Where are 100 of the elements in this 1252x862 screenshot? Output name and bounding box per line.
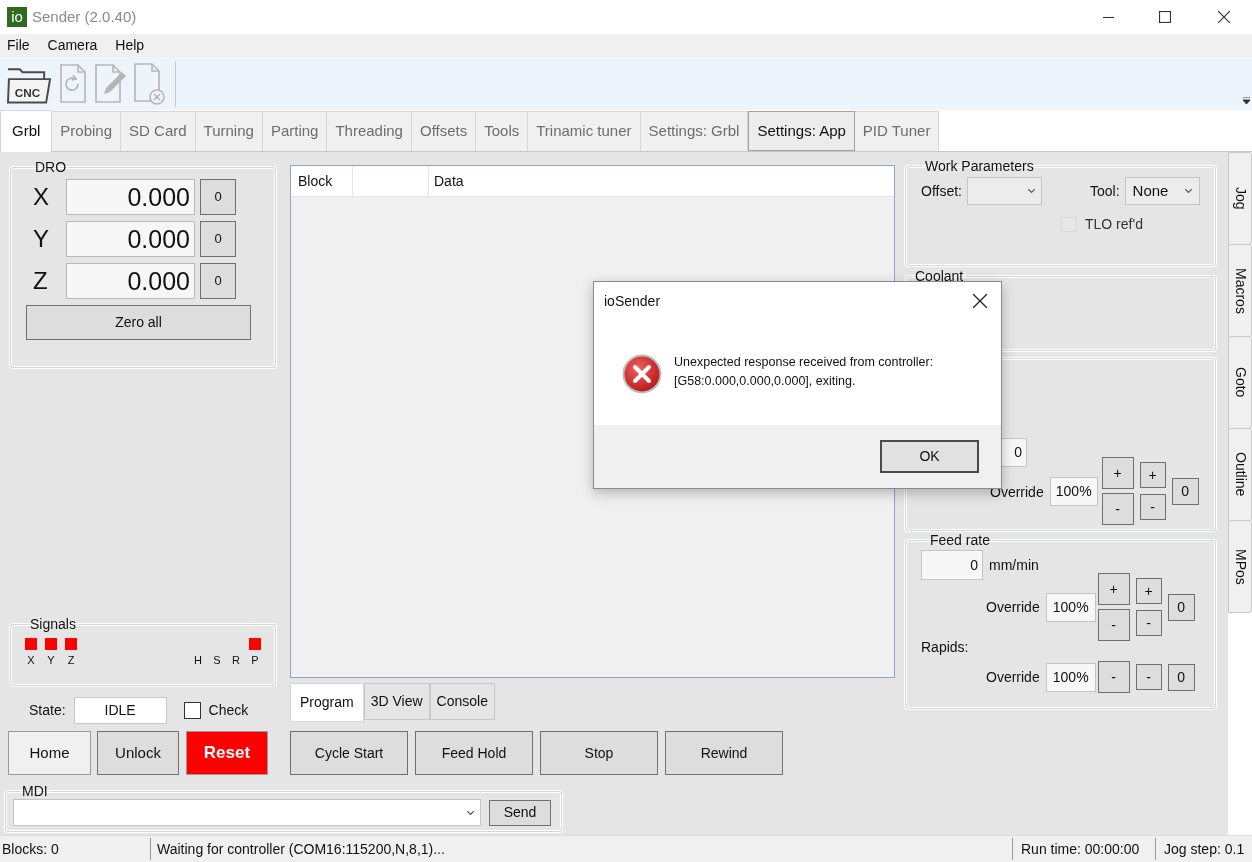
signal-label: R xyxy=(232,653,240,667)
side-tab[interactable]: MPos xyxy=(1228,520,1252,613)
status-text: Jog step: 0.1 xyxy=(1163,839,1246,859)
app-logo: io xyxy=(7,7,27,27)
tab[interactable]: Turning xyxy=(195,111,263,151)
tab[interactable]: Parting xyxy=(262,111,328,151)
override-field: 100% xyxy=(1045,592,1096,622)
dialog-message: Unexpected response received from controller: [G58:0.000,0.000,0.000], exiting. xyxy=(674,354,934,390)
job-button[interactable]: Feed Hold xyxy=(415,731,533,775)
chevron-down-icon xyxy=(1028,189,1035,193)
close-icon[interactable] xyxy=(1218,11,1230,23)
offset-label: Offset: xyxy=(921,181,962,201)
signal-label: P xyxy=(251,653,259,667)
status-text: Run time: 00:00:00 xyxy=(1020,839,1141,859)
tab[interactable]: Settings: App xyxy=(748,111,855,151)
group-title: Feed rate xyxy=(929,532,991,548)
tab[interactable]: Probing xyxy=(52,111,122,151)
decrease-button[interactable]: - xyxy=(1139,494,1166,520)
view-tab[interactable]: Console xyxy=(429,683,495,720)
control-button[interactable]: Home xyxy=(8,731,91,775)
ok-button[interactable]: OK xyxy=(880,440,979,473)
chevron-down-icon xyxy=(467,810,474,815)
group-title: Coolant xyxy=(914,268,965,284)
decrease-button[interactable]: - xyxy=(1135,664,1162,690)
tab[interactable]: Tools xyxy=(476,111,529,151)
view-tab[interactable]: 3D View xyxy=(363,683,430,720)
tab[interactable]: SD Card xyxy=(121,111,196,151)
signal-label: H xyxy=(194,653,202,667)
job-button[interactable]: Rewind xyxy=(665,731,783,775)
chevron-down-icon xyxy=(1184,189,1192,193)
group-title: Signals xyxy=(29,616,77,632)
tab[interactable]: Grbl xyxy=(0,110,53,152)
checkbox[interactable] xyxy=(183,701,201,719)
increase-button[interactable]: + xyxy=(1101,457,1134,489)
zero-axis-button[interactable]: 0 xyxy=(200,220,236,257)
signal-label: X xyxy=(27,653,35,667)
control-button[interactable]: Reset xyxy=(186,731,268,775)
zero-axis-button[interactable]: 0 xyxy=(200,262,236,299)
override-label: Override xyxy=(986,667,1040,687)
menu-item[interactable]: Help xyxy=(115,35,145,56)
toolbar-overflow-icon[interactable] xyxy=(1243,97,1250,104)
reset-override-button[interactable]: 0 xyxy=(1171,477,1199,505)
increase-button[interactable]: + xyxy=(1097,573,1130,605)
signal-label: Z xyxy=(67,653,75,667)
override-label: Override xyxy=(986,597,1040,617)
signal-label: S xyxy=(213,653,221,667)
menu-item[interactable]: Camera xyxy=(47,35,98,56)
control-button[interactable]: Unlock xyxy=(97,731,179,775)
checkbox-label: TLO ref'd xyxy=(1085,215,1143,234)
side-tab[interactable]: Jog xyxy=(1228,152,1252,245)
close-icon[interactable] xyxy=(973,294,987,308)
column-header: Block xyxy=(291,166,353,196)
decrease-button[interactable]: - xyxy=(1101,493,1134,525)
axis-label: Y xyxy=(33,223,50,254)
job-button[interactable]: Cycle Start xyxy=(290,731,408,775)
window-title: Sender (2.0.40) xyxy=(32,6,137,27)
signal-label: Y xyxy=(47,653,55,667)
zero-all-button[interactable]: Zero all xyxy=(26,305,251,340)
feed-rate-field: 0 xyxy=(921,550,983,580)
unit-label: mm/min xyxy=(989,555,1039,575)
tool-dropdown[interactable]: None xyxy=(1124,177,1200,205)
axis-label: Z xyxy=(33,265,49,296)
error-icon xyxy=(622,354,662,394)
reset-override-button[interactable]: 0 xyxy=(1167,593,1195,621)
increase-button[interactable]: + xyxy=(1139,462,1166,488)
decrease-button[interactable]: - xyxy=(1097,609,1130,641)
tab[interactable]: Trinamic tuner xyxy=(528,111,641,151)
tab[interactable]: Settings: Grbl xyxy=(640,111,749,151)
send-button[interactable]: Send xyxy=(489,799,551,826)
side-tab[interactable]: Goto xyxy=(1228,336,1252,429)
status-message: Waiting for controller (COM16:115200,N,8,1)... xyxy=(156,839,446,859)
maximize-icon[interactable] xyxy=(1159,11,1171,23)
rapids-label: Rapids: xyxy=(921,638,970,657)
tab[interactable]: Offsets xyxy=(411,111,477,151)
mdi-input-field[interactable] xyxy=(13,799,481,826)
group-title: DRO xyxy=(34,159,68,175)
status-text: Blocks: 0 xyxy=(1,839,60,859)
increase-button[interactable]: + xyxy=(1135,578,1162,604)
tab[interactable]: PID Tuner xyxy=(854,111,940,151)
override-field: 100% xyxy=(1049,476,1098,506)
job-button[interactable]: Stop xyxy=(540,731,658,775)
decrease-button[interactable]: - xyxy=(1097,661,1130,693)
group-title: Work Parameters xyxy=(924,158,1035,174)
column-header: Data xyxy=(433,172,464,191)
group-title: MDI xyxy=(21,783,49,799)
menu-item[interactable]: File xyxy=(7,35,30,56)
view-tab[interactable]: Program xyxy=(290,683,364,722)
position-field: 0.000 xyxy=(66,178,195,215)
dropdown-value: None xyxy=(1132,180,1169,201)
tool-label: Tool: xyxy=(1090,181,1120,201)
zero-axis-button[interactable]: 0 xyxy=(200,178,236,215)
side-tab[interactable]: Macros xyxy=(1228,244,1252,337)
tab[interactable]: Threading xyxy=(327,111,412,151)
state-field: IDLE xyxy=(73,696,167,724)
side-tab[interactable]: Outline xyxy=(1228,428,1252,521)
override-field: 100% xyxy=(1045,662,1096,692)
decrease-button[interactable]: - xyxy=(1135,610,1162,636)
state-label: State: xyxy=(29,700,66,720)
reset-override-button[interactable]: 0 xyxy=(1167,663,1195,691)
dialog-title: ioSender xyxy=(604,291,661,311)
